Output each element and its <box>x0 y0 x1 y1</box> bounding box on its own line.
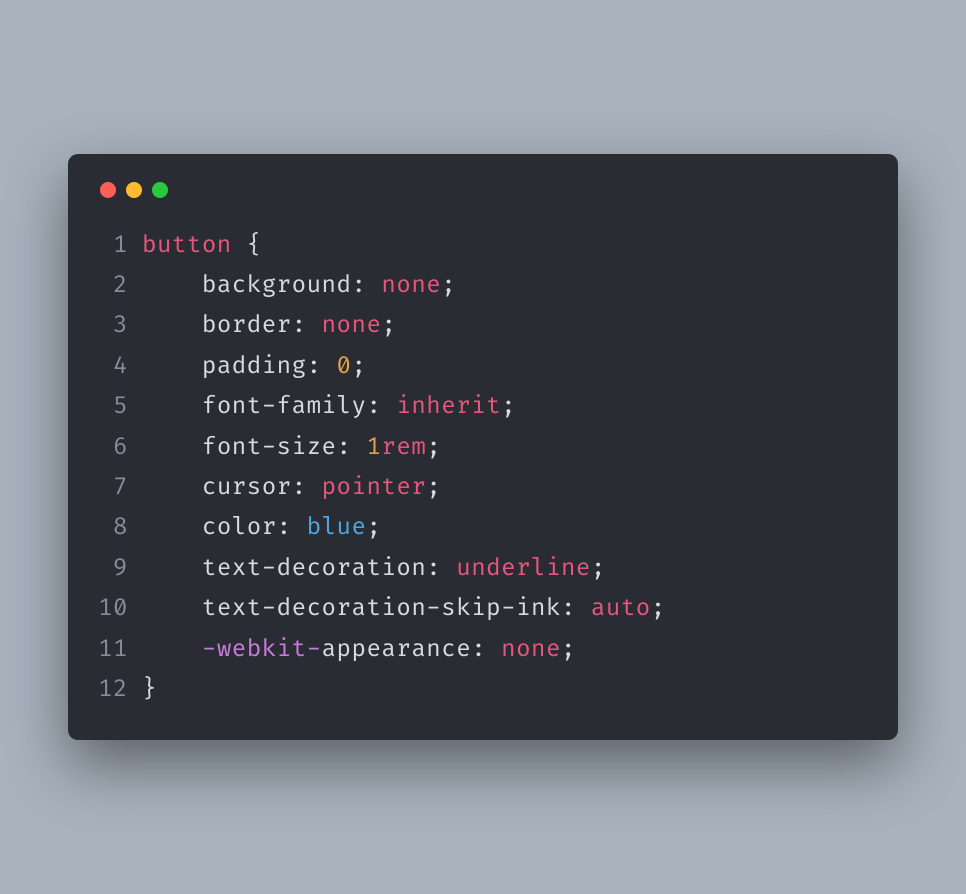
maximize-icon[interactable] <box>152 182 168 198</box>
token-unit: rem <box>381 433 426 462</box>
line-number: 12 <box>98 670 142 710</box>
token-ident: blue <box>307 513 367 542</box>
token-punct: : <box>471 635 501 664</box>
token-prop: appearance <box>322 635 472 664</box>
token-prop: cursor <box>202 473 292 502</box>
token-indent <box>142 554 202 583</box>
line-content: font-size: 1rem; <box>142 428 868 468</box>
token-indent <box>142 594 202 623</box>
code-line: 11 -webkit-appearance: none; <box>98 630 868 670</box>
line-content: cursor: pointer; <box>142 468 868 508</box>
token-punct: ; <box>352 352 367 381</box>
minimize-icon[interactable] <box>126 182 142 198</box>
line-content: button { <box>142 226 868 266</box>
code-editor: 1button {2 background: none;3 border: no… <box>98 226 868 711</box>
token-punct: ; <box>426 433 441 462</box>
token-kw: none <box>381 271 441 300</box>
token-indent <box>142 271 202 300</box>
token-prop: font-size <box>202 433 337 462</box>
token-indent <box>142 352 202 381</box>
token-indent <box>142 635 202 664</box>
code-line: 4 padding: 0; <box>98 347 868 387</box>
line-number: 9 <box>98 549 142 589</box>
line-number: 7 <box>98 468 142 508</box>
token-indent <box>142 433 202 462</box>
token-punct: ; <box>381 311 396 340</box>
token-num: 1 <box>366 433 381 462</box>
line-content: text-decoration: underline; <box>142 549 868 589</box>
token-prop: background <box>202 271 352 300</box>
token-punct: : <box>366 392 396 421</box>
code-line: 5 font-family: inherit; <box>98 387 868 427</box>
token-prop: border <box>202 311 292 340</box>
token-kw: none <box>501 635 561 664</box>
line-number: 1 <box>98 226 142 266</box>
token-selector: button <box>142 231 232 260</box>
token-kw: inherit <box>396 392 501 421</box>
token-prop: color <box>202 513 277 542</box>
token-punct: ; <box>426 473 441 502</box>
code-line: 2 background: none; <box>98 266 868 306</box>
line-number: 3 <box>98 306 142 346</box>
token-punct: : <box>337 433 367 462</box>
token-kw: underline <box>456 554 591 583</box>
token-punct: ; <box>561 635 576 664</box>
close-icon[interactable] <box>100 182 116 198</box>
token-kw: pointer <box>322 473 427 502</box>
token-kw: auto <box>591 594 651 623</box>
token-punct: ; <box>501 392 516 421</box>
token-indent <box>142 392 202 421</box>
token-punct: : <box>426 554 456 583</box>
token-punct: ; <box>441 271 456 300</box>
line-number: 2 <box>98 266 142 306</box>
token-prefix: -webkit- <box>202 635 322 664</box>
token-prop: text-decoration <box>202 554 426 583</box>
token-punct: : <box>277 513 307 542</box>
token-prop: font-family <box>202 392 367 421</box>
line-content: font-family: inherit; <box>142 387 868 427</box>
token-punct: { <box>232 231 262 260</box>
line-number: 8 <box>98 508 142 548</box>
token-num: 0 <box>337 352 352 381</box>
code-window: 1button {2 background: none;3 border: no… <box>68 154 898 741</box>
code-line: 12} <box>98 670 868 710</box>
token-prop: padding <box>202 352 307 381</box>
line-number: 6 <box>98 428 142 468</box>
line-content: text-decoration-skip-ink: auto; <box>142 589 868 629</box>
token-indent <box>142 311 202 340</box>
token-punct: : <box>292 311 322 340</box>
token-punct: } <box>142 675 157 704</box>
line-content: } <box>142 670 868 710</box>
token-prop: text-decoration-skip-ink <box>202 594 561 623</box>
line-number: 10 <box>98 589 142 629</box>
line-number: 5 <box>98 387 142 427</box>
line-content: background: none; <box>142 266 868 306</box>
token-punct: ; <box>366 513 381 542</box>
token-punct: ; <box>591 554 606 583</box>
code-line: 6 font-size: 1rem; <box>98 428 868 468</box>
token-punct: ; <box>651 594 666 623</box>
token-punct: : <box>292 473 322 502</box>
line-content: padding: 0; <box>142 347 868 387</box>
line-number: 4 <box>98 347 142 387</box>
line-content: -webkit-appearance: none; <box>142 630 868 670</box>
line-content: color: blue; <box>142 508 868 548</box>
code-line: 8 color: blue; <box>98 508 868 548</box>
code-line: 3 border: none; <box>98 306 868 346</box>
token-indent <box>142 513 202 542</box>
code-line: 10 text-decoration-skip-ink: auto; <box>98 589 868 629</box>
token-punct: : <box>351 271 381 300</box>
token-indent <box>142 473 202 502</box>
code-line: 9 text-decoration: underline; <box>98 549 868 589</box>
token-kw: none <box>322 311 382 340</box>
window-titlebar <box>98 178 868 226</box>
token-punct: : <box>307 352 337 381</box>
line-number: 11 <box>98 630 142 670</box>
code-line: 1button { <box>98 226 868 266</box>
code-line: 7 cursor: pointer; <box>98 468 868 508</box>
token-punct: : <box>561 594 591 623</box>
line-content: border: none; <box>142 306 868 346</box>
